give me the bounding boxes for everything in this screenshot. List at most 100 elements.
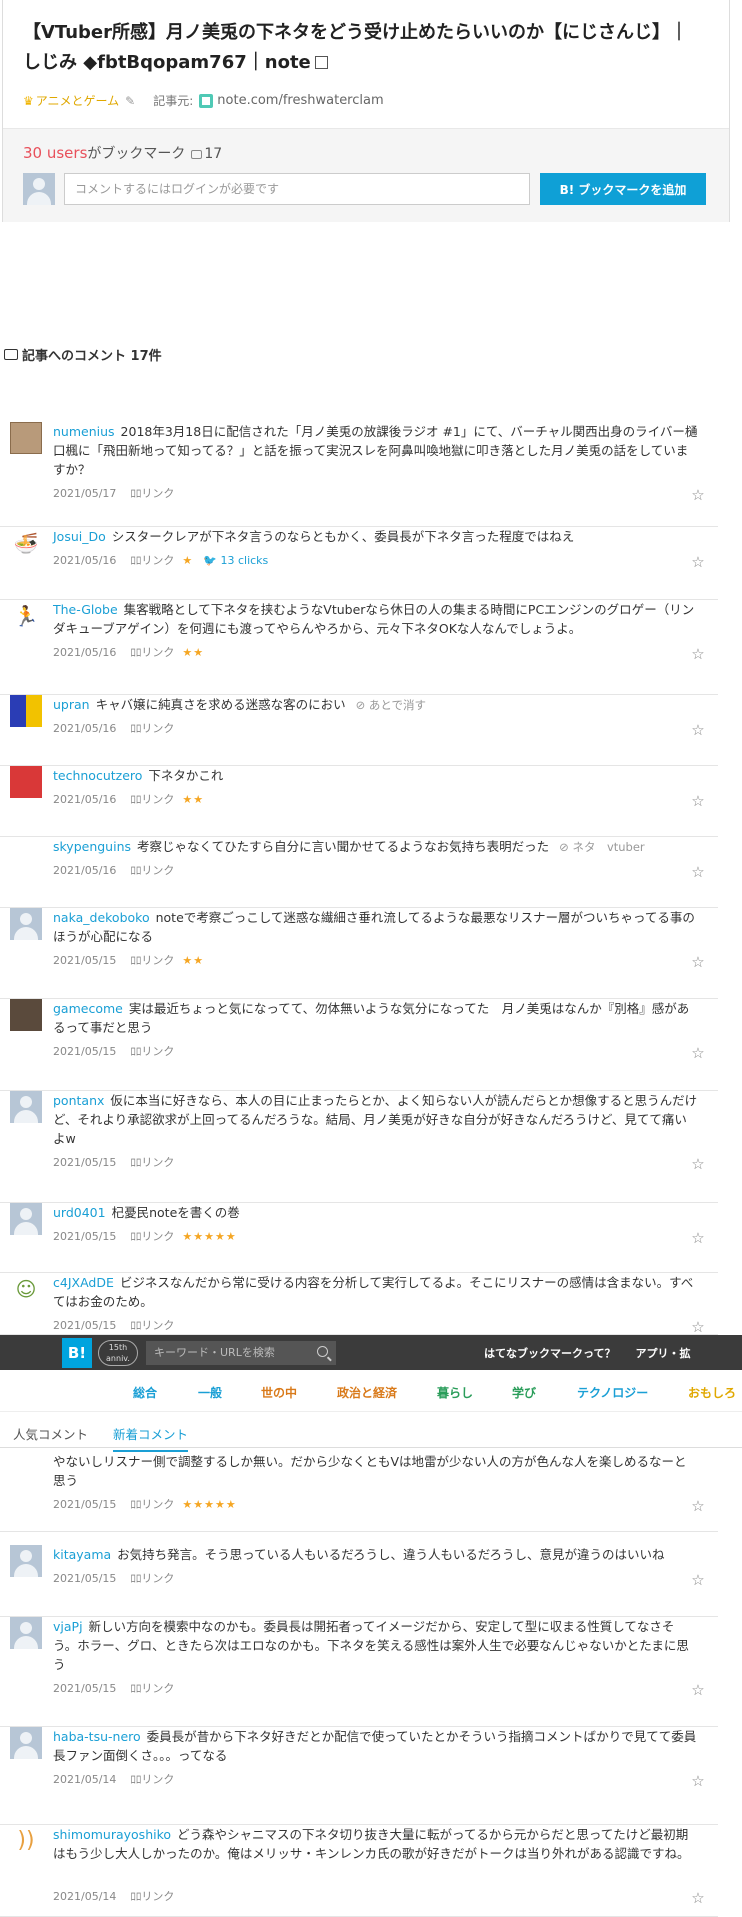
user-avatar[interactable]	[10, 1203, 42, 1235]
tag-label[interactable]: ⊘ ネタ vtuber	[559, 840, 645, 854]
link-button[interactable]: ﾛﾛリンク	[130, 1317, 174, 1333]
username-link[interactable]: technocutzero	[53, 768, 142, 783]
comment-date[interactable]: 2021/05/14	[53, 1890, 116, 1903]
comment-date[interactable]: 2021/05/15	[53, 1682, 116, 1695]
link-button[interactable]: ﾛﾛリンク	[130, 1680, 174, 1696]
link-button[interactable]: ﾛﾛリンク	[130, 485, 174, 501]
external-link-icon[interactable]	[314, 56, 328, 69]
user-avatar[interactable]	[10, 1617, 42, 1649]
username-link[interactable]: urd0401	[53, 1205, 106, 1220]
search-icon[interactable]	[317, 1345, 328, 1357]
comment-date[interactable]: 2021/05/16	[53, 722, 116, 735]
username-link[interactable]: numenius	[53, 424, 115, 439]
username-link[interactable]: vjaPj	[53, 1619, 83, 1634]
category-nav-item[interactable]: 総合	[133, 1384, 157, 1401]
tag-label[interactable]: ⊘ あとで消す	[356, 698, 426, 712]
add-star-icon[interactable]: ☆	[690, 1890, 706, 1906]
hatena-bookmark-logo[interactable]: B!	[62, 1337, 92, 1368]
user-avatar[interactable]	[10, 1727, 42, 1759]
pencil-icon[interactable]: ✎	[125, 94, 135, 108]
star-rating[interactable]: ★★	[182, 793, 204, 806]
username-link[interactable]: skypenguins	[53, 839, 131, 854]
username-link[interactable]: haba-tsu-nero	[53, 1729, 141, 1744]
star-rating[interactable]: ★★	[182, 646, 204, 659]
comment-date[interactable]: 2021/05/16	[53, 646, 116, 659]
entry-title-text[interactable]: 【VTuber所感】月ノ美兎の下ネタをどう受け止めたらいいのか【にじさんじ】｜し…	[23, 22, 688, 73]
comment-date[interactable]: 2021/05/15	[53, 1572, 116, 1585]
user-avatar[interactable]: ☺	[10, 1273, 42, 1305]
category-nav-item[interactable]: 一般	[198, 1384, 222, 1401]
category-nav-item[interactable]: 暮らし	[437, 1384, 473, 1401]
username-link[interactable]: The-Globe	[53, 602, 118, 617]
link-button[interactable]: ﾛﾛリンク	[130, 1228, 174, 1244]
user-avatar[interactable]	[10, 766, 42, 798]
category-nav-item[interactable]: 世の中	[261, 1384, 297, 1401]
comment-date[interactable]: 2021/05/15	[53, 1045, 116, 1058]
category-link[interactable]: ♛ アニメとゲーム	[23, 92, 119, 109]
link-button[interactable]: ﾛﾛリンク	[130, 644, 174, 660]
link-button[interactable]: ﾛﾛリンク	[130, 1771, 174, 1787]
user-avatar[interactable]	[10, 837, 42, 869]
tab-popular-comments[interactable]: 人気コメント	[13, 1424, 88, 1443]
username-link[interactable]: Josui_Do	[53, 529, 106, 544]
comment-date[interactable]: 2021/05/16	[53, 793, 116, 806]
add-star-icon[interactable]: ☆	[690, 646, 706, 662]
link-button[interactable]: ﾛﾛリンク	[130, 952, 174, 968]
search-input[interactable]: キーワード・URLを検索	[146, 1340, 336, 1365]
add-star-icon[interactable]: ☆	[690, 793, 706, 809]
comment-input[interactable]: コメントするにはログインが必要です	[64, 173, 530, 205]
category-nav-item[interactable]: 学び	[512, 1384, 536, 1401]
link-button[interactable]: ﾛﾛリンク	[130, 1154, 174, 1170]
comment-date[interactable]: 2021/05/15	[53, 1319, 116, 1332]
username-link[interactable]: shimomurayoshiko	[53, 1827, 171, 1842]
add-star-icon[interactable]: ☆	[690, 487, 706, 503]
add-star-icon[interactable]: ☆	[690, 554, 706, 570]
tab-new-comments[interactable]: 新着コメント	[113, 1424, 189, 1452]
users-count[interactable]: 30 users	[23, 144, 87, 162]
user-avatar[interactable]	[10, 1091, 42, 1123]
comment-date[interactable]: 2021/05/15	[53, 954, 116, 967]
star-rating[interactable]: ★★★★★	[182, 1230, 236, 1243]
add-star-icon[interactable]: ☆	[690, 1045, 706, 1061]
comment-date[interactable]: 2021/05/16	[53, 864, 116, 877]
star-rating[interactable]: ★	[182, 554, 193, 567]
category-nav-item[interactable]: おもしろ	[688, 1384, 736, 1401]
star-rating[interactable]: ★★★★★	[182, 1498, 236, 1511]
comment-date[interactable]: 2021/05/16	[53, 554, 116, 567]
user-avatar[interactable]	[10, 1545, 42, 1577]
link-button[interactable]: ﾛﾛリンク	[130, 1888, 174, 1904]
link-button[interactable]: ﾛﾛリンク	[130, 791, 174, 807]
comment-date[interactable]: 2021/05/17	[53, 487, 116, 500]
user-avatar[interactable]	[10, 908, 42, 940]
add-star-icon[interactable]: ☆	[690, 1319, 706, 1335]
link-button[interactable]: ﾛﾛリンク	[130, 1496, 174, 1512]
username-link[interactable]: kitayama	[53, 1547, 111, 1562]
category-nav-item[interactable]: テクノロジー	[577, 1384, 648, 1401]
add-star-icon[interactable]: ☆	[690, 1682, 706, 1698]
comment-date[interactable]: 2021/05/14	[53, 1773, 116, 1786]
username-link[interactable]: pontanx	[53, 1093, 104, 1108]
link-button[interactable]: ﾛﾛリンク	[130, 1570, 174, 1586]
add-star-icon[interactable]: ☆	[690, 1156, 706, 1172]
username-link[interactable]: c4JXAdDE	[53, 1275, 114, 1290]
user-avatar[interactable]	[10, 422, 42, 454]
add-star-icon[interactable]: ☆	[690, 1498, 706, 1514]
about-link[interactable]: はてなブックマークって？	[484, 1345, 615, 1361]
link-button[interactable]: ﾛﾛリンク	[130, 552, 174, 568]
twitter-clicks[interactable]: 🐦 13 clicks	[203, 554, 268, 567]
comment-date[interactable]: 2021/05/15	[53, 1498, 116, 1511]
source-link[interactable]: note.com/freshwaterclam	[217, 93, 383, 108]
add-bookmark-button[interactable]: B! ブックマークを追加	[540, 173, 706, 205]
comment-date[interactable]: 2021/05/15	[53, 1230, 116, 1243]
add-star-icon[interactable]: ☆	[690, 1230, 706, 1246]
username-link[interactable]: gamecome	[53, 1001, 123, 1016]
link-button[interactable]: ﾛﾛリンク	[130, 862, 174, 878]
category-label[interactable]: アニメとゲーム	[36, 92, 119, 109]
user-avatar[interactable]: 🍜	[10, 527, 42, 559]
apps-link[interactable]: アプリ・拡	[635, 1345, 690, 1361]
add-star-icon[interactable]: ☆	[690, 1773, 706, 1789]
add-star-icon[interactable]: ☆	[690, 954, 706, 970]
add-star-icon[interactable]: ☆	[690, 722, 706, 738]
link-button[interactable]: ﾛﾛリンク	[130, 720, 174, 736]
add-star-icon[interactable]: ☆	[690, 864, 706, 880]
